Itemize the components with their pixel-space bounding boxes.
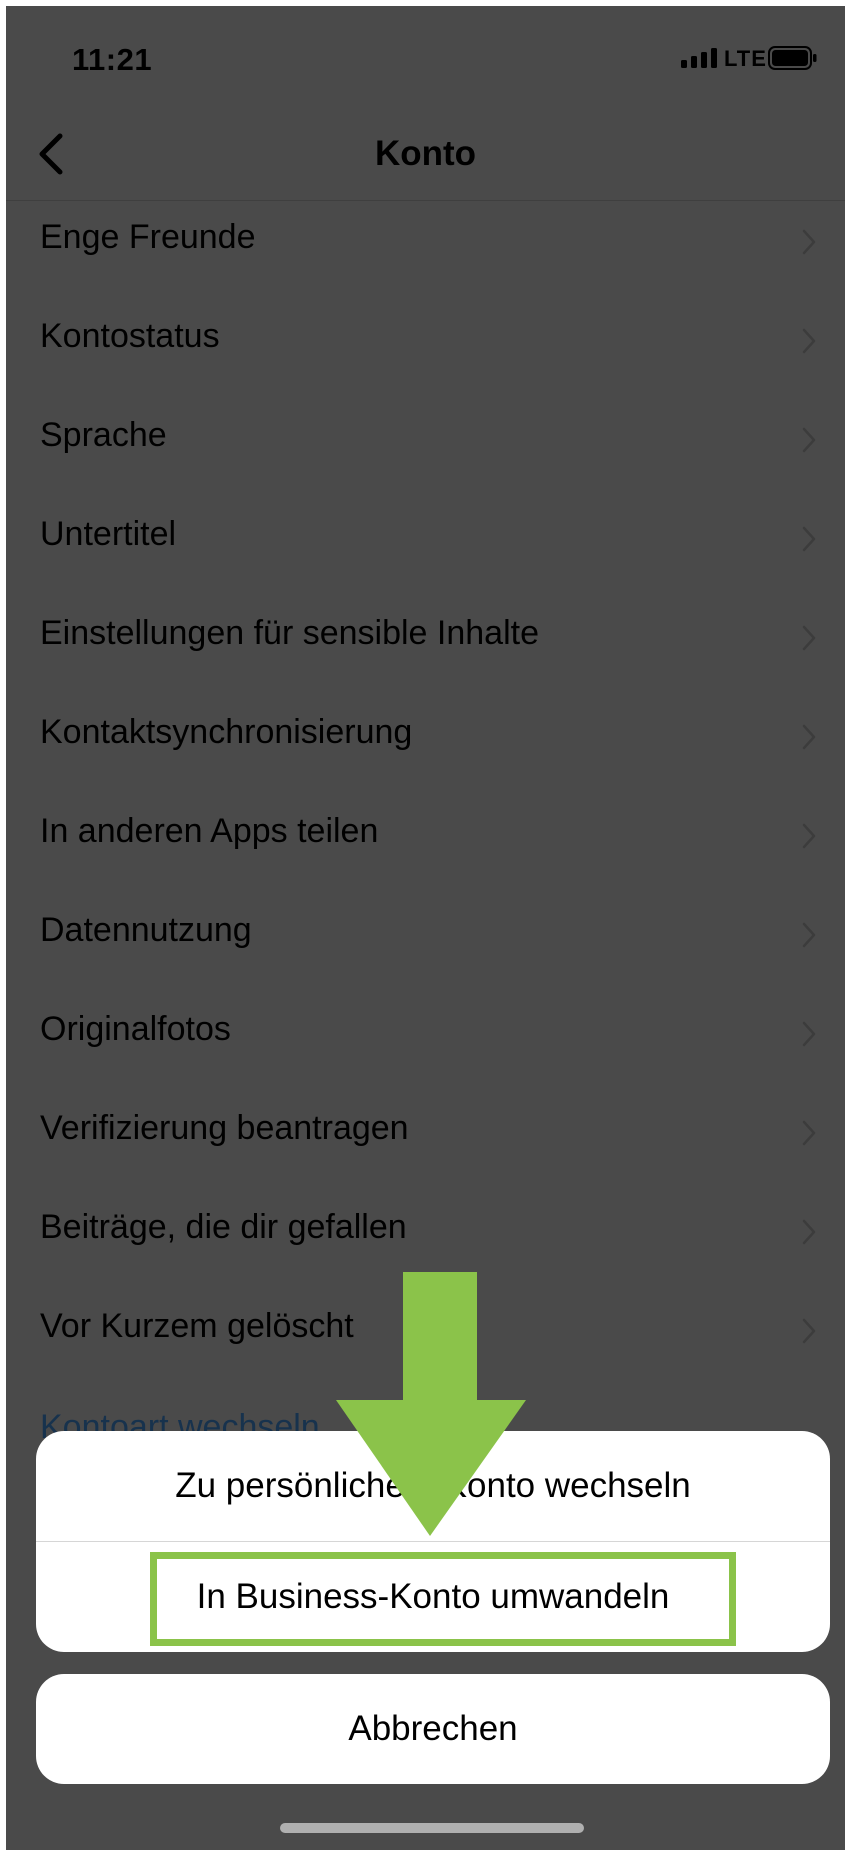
list-item-label: Verifizierung beantragen [40,1109,409,1147]
list-item-originalfotos[interactable]: Originalfotos [6,984,845,1083]
chevron-right-icon [802,1219,816,1245]
chevron-right-icon [802,328,816,354]
list-item-label: Vor Kurzem gelöscht [40,1307,354,1345]
navigation-bar: Konto [6,106,845,201]
list-item-label: Beiträge, die dir gefallen [40,1208,407,1246]
switch-to-personal-button[interactable]: Zu persönlichem Konto wechseln [36,1431,830,1541]
settings-list: Enge Freunde Kontostatus Sprache Unterti… [6,192,845,1380]
signal-strength-icon [681,48,717,68]
list-item-label: Einstellungen für sensible Inhalte [40,614,539,652]
list-item-label: Sprache [40,416,167,454]
chevron-right-icon [802,229,816,255]
chevron-right-icon [802,1021,816,1047]
list-item-sprache[interactable]: Sprache [6,390,845,489]
list-item-label: Datennutzung [40,911,252,949]
chevron-right-icon [802,625,816,651]
chevron-right-icon [802,427,816,453]
list-item-sensible-inhalte[interactable]: Einstellungen für sensible Inhalte [6,588,845,687]
list-item-untertitel[interactable]: Untertitel [6,489,845,588]
list-item-kontaktsynchronisierung[interactable]: Kontaktsynchronisierung [6,687,845,786]
list-item-label: In anderen Apps teilen [40,812,379,850]
page-title: Konto [374,134,477,173]
phone-screen: 11:21 LTE Konto Enge Freunde Kontostatus [6,6,845,1850]
network-label: LTE [724,46,767,71]
chevron-right-icon [802,1120,816,1146]
list-item-verifizierung[interactable]: Verifizierung beantragen [6,1083,845,1182]
list-item-label: Enge Freunde [40,218,256,256]
status-time: 11:21 [72,42,153,77]
list-item-label: Kontaktsynchronisierung [40,713,413,751]
chevron-right-icon [802,823,816,849]
list-item-label: Untertitel [40,515,177,553]
battery-icon [768,46,817,70]
convert-to-business-button[interactable]: In Business-Konto umwandeln [36,1542,830,1652]
list-item-beitraege-gefallen[interactable]: Beiträge, die dir gefallen [6,1182,845,1281]
chevron-right-icon [802,922,816,948]
status-bar: 11:21 LTE [6,6,845,106]
list-item-label: Originalfotos [40,1010,231,1048]
chevron-right-icon [802,724,816,750]
list-item-vor-kurzem-geloescht[interactable]: Vor Kurzem gelöscht [6,1281,845,1380]
action-sheet: Zu persönlichem Konto wechseln In Busine… [36,1431,830,1652]
cancel-button[interactable]: Abbrechen [36,1674,830,1784]
home-indicator [280,1823,584,1833]
list-item-label: Kontostatus [40,317,220,355]
list-item-enge-freunde[interactable]: Enge Freunde [6,192,845,291]
list-item-datennutzung[interactable]: Datennutzung [6,885,845,984]
chevron-right-icon [802,526,816,552]
chevron-right-icon [802,1318,816,1344]
list-item-andere-apps-teilen[interactable]: In anderen Apps teilen [6,786,845,885]
list-item-kontostatus[interactable]: Kontostatus [6,291,845,390]
